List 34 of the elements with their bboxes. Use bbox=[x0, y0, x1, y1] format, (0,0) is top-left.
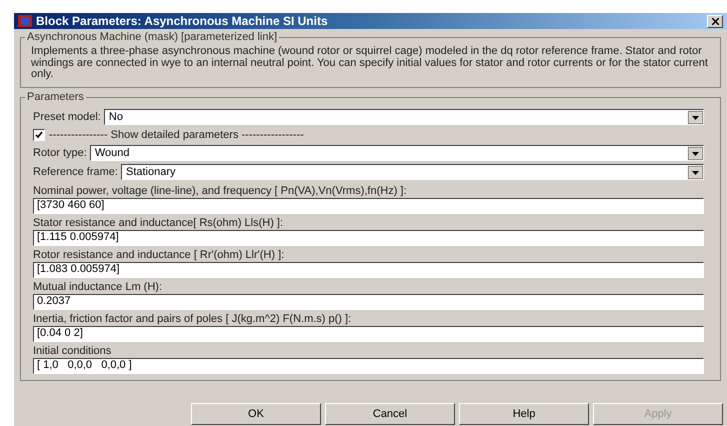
field-label: Rotor type: bbox=[33, 146, 87, 161]
checkbox[interactable] bbox=[33, 129, 45, 141]
field-label: Inertia, friction factor and pairs of poles [ J(kg.m^2) F(N.m.s) p() ]: bbox=[33, 312, 352, 326]
field-label: Stator resistance and inductance[ Rs(ohm) Lls(H) ]: bbox=[33, 216, 284, 230]
close-button[interactable] bbox=[707, 14, 723, 28]
description-text: Implements a three-phase asynchronous machine (wound rotor or squirrel cage) modeled in the dq rotor reference frame. Stator and rotor windings are connected in wye to an internal neutral point. You can specify initial values for stator and rotor currents or for the stator current only. bbox=[31, 46, 709, 80]
dropdown-arrow-icon[interactable] bbox=[688, 166, 703, 178]
dropdown-arrow-icon[interactable] bbox=[688, 110, 703, 124]
input-field[interactable]: [ 1,0 0,0,0 0,0,0 ] bbox=[33, 358, 704, 374]
dropdown[interactable]: Wound bbox=[90, 145, 704, 161]
input-field[interactable]: [3730 460 60] bbox=[33, 198, 704, 214]
input-field[interactable]: [1.115 0.005974] bbox=[33, 230, 704, 246]
app-icon bbox=[18, 15, 32, 27]
field-label: Reference frame: bbox=[33, 164, 118, 180]
window-title: Block Parameters: Asynchronous Machine SI Units bbox=[36, 15, 328, 27]
field-label: Mutual inductance Lm (H): bbox=[33, 280, 163, 294]
input-field[interactable]: [0.04 0 2] bbox=[33, 326, 704, 342]
field-label: Initial conditions bbox=[33, 344, 112, 358]
dropdown[interactable]: No bbox=[104, 109, 704, 125]
dropdown[interactable]: Stationary bbox=[120, 164, 704, 180]
dropdown-arrow-icon[interactable] bbox=[688, 146, 703, 160]
field-label: Preset model: bbox=[33, 110, 101, 125]
group-title: Parameters bbox=[25, 90, 86, 104]
dialog-button[interactable]: Help bbox=[459, 403, 589, 425]
dialog-button[interactable]: Cancel bbox=[325, 403, 455, 425]
field-label: Rotor resistance and inductance [ Rr'(ohm) Llr'(H) ]: bbox=[33, 248, 286, 262]
close-icon bbox=[712, 18, 718, 24]
checkbox-label: ---------------- Show detailed parameters ----------------- bbox=[49, 128, 304, 143]
input-field[interactable]: [1.083 0.005974] bbox=[33, 262, 704, 278]
group-title: Asynchronous Machine (mask) [parameterized link] bbox=[25, 30, 280, 44]
dialog-button[interactable]: OK bbox=[191, 403, 321, 425]
input-field[interactable]: 0.2037 bbox=[33, 294, 704, 310]
checkmark-icon bbox=[35, 131, 43, 139]
field-label: Nominal power, voltage (line-line), and frequency [ Pn(VA),Vn(Vrms),fn(Hz) ]: bbox=[33, 184, 408, 198]
